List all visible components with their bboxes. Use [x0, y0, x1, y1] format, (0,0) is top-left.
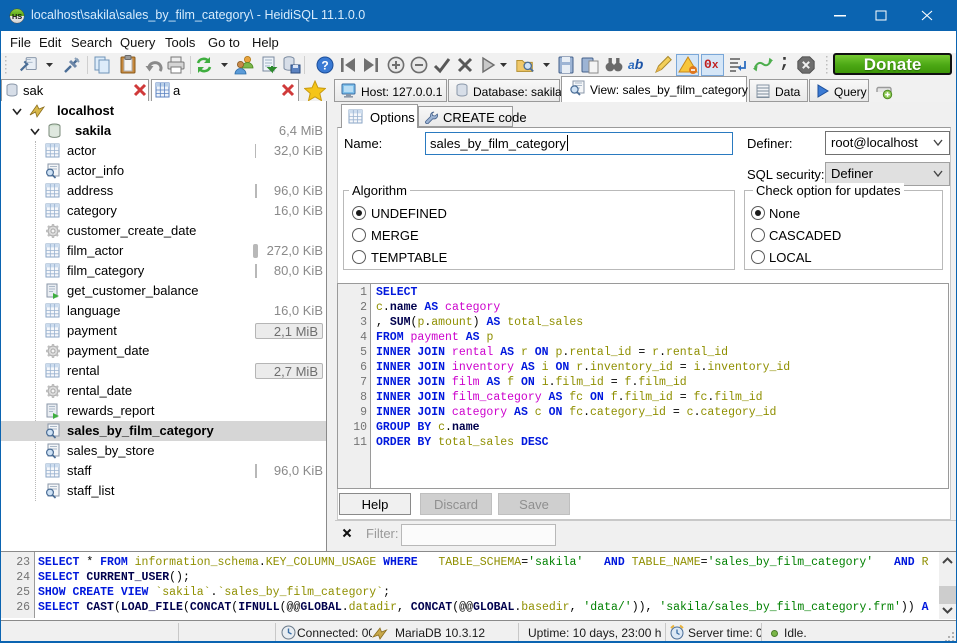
svg-text:HS: HS [12, 12, 22, 21]
svg-text:?: ? [321, 59, 328, 73]
